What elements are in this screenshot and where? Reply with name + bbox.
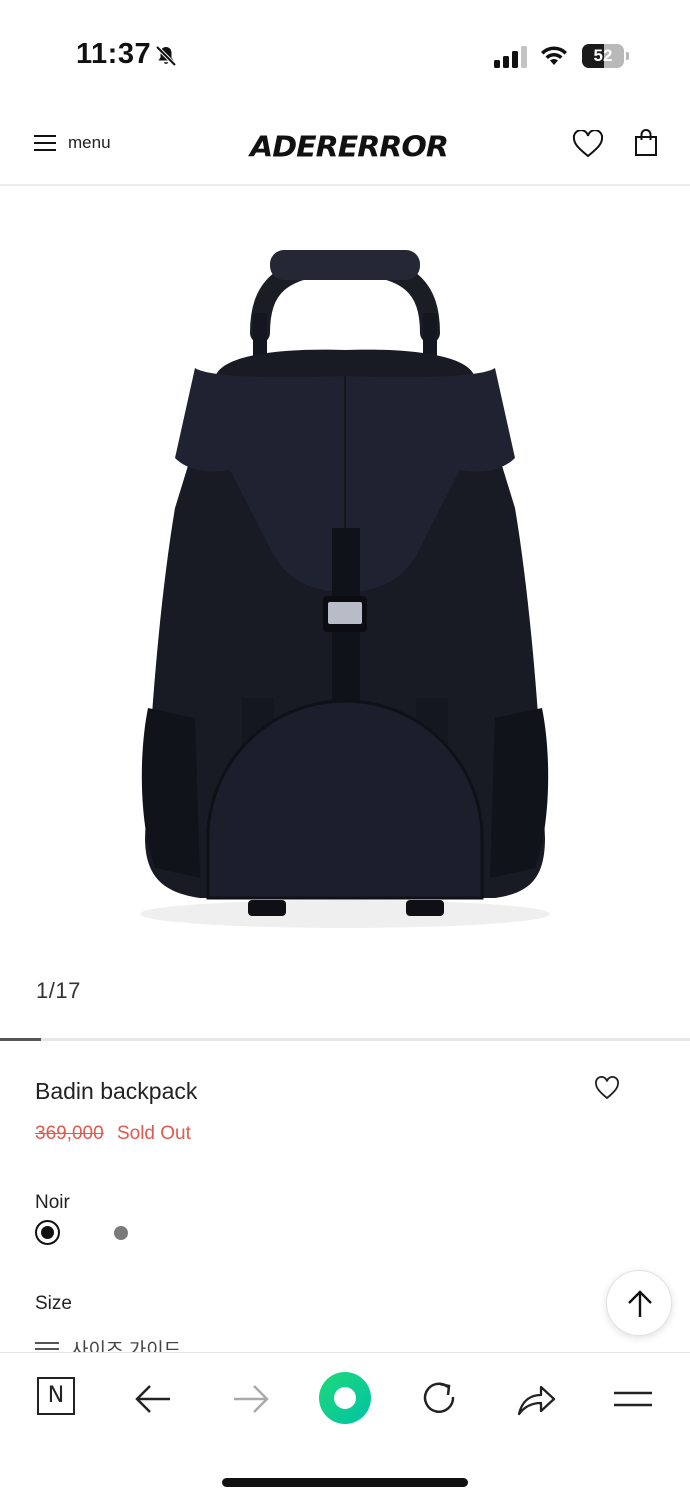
image-counter: 1/17 [36, 978, 81, 1003]
battery-indicator: 52 [582, 44, 629, 68]
status-bar: 11:37 52 [0, 0, 690, 100]
ruler-icon [35, 1338, 61, 1352]
menu-button[interactable]: menu [34, 130, 111, 156]
status-time: 11:37 [76, 38, 152, 70]
size-guide-text: 사이즈 가이드 [71, 1340, 182, 1352]
product-wishlist-icon[interactable] [594, 1076, 620, 1100]
share-icon[interactable] [514, 1377, 558, 1421]
reload-icon[interactable] [418, 1377, 462, 1421]
home-indicator [222, 1478, 468, 1487]
shopping-bag-icon[interactable] [634, 129, 658, 157]
naver-n-icon[interactable]: N [37, 1377, 75, 1415]
wifi-icon [541, 46, 567, 65]
original-price: 369,000 [35, 1123, 104, 1144]
gallery-progress-track [0, 1038, 690, 1041]
color-swatch-grey[interactable] [114, 1226, 128, 1240]
bell-slash-icon [155, 45, 177, 67]
site-header: menu ADERERROR [0, 100, 690, 186]
green-circle-icon[interactable] [319, 1372, 371, 1424]
menu-label: menu [68, 133, 111, 152]
product-name: Badin backpack [35, 1078, 198, 1104]
brand-logo[interactable]: ADERERROR [250, 131, 449, 164]
battery-level: 52 [593, 46, 613, 65]
arrow-up-icon [628, 1290, 652, 1317]
hamburger-icon [34, 134, 56, 152]
size-guide-link[interactable]: 사이즈 가이드 [35, 1338, 181, 1352]
gallery-progress-bar [0, 1038, 41, 1041]
product-image-backpack[interactable] [120, 238, 570, 938]
menu-icon[interactable] [610, 1377, 654, 1421]
color-swatch-noir[interactable] [35, 1220, 60, 1245]
wishlist-heart-icon[interactable] [572, 130, 604, 158]
color-name: Noir [35, 1192, 70, 1213]
sold-out-label: Sold Out [116, 1123, 191, 1144]
price-row: 369,000 Sold Out [35, 1123, 191, 1145]
cellular-signal-icon [494, 46, 527, 68]
scroll-to-top-button[interactable] [606, 1270, 672, 1336]
forward-arrow-icon[interactable] [228, 1377, 272, 1421]
browser-toolbar: N [0, 1352, 690, 1500]
product-gallery[interactable]: 1/17 [0, 188, 690, 1041]
size-label: Size [35, 1293, 72, 1314]
back-arrow-icon[interactable] [132, 1377, 176, 1421]
